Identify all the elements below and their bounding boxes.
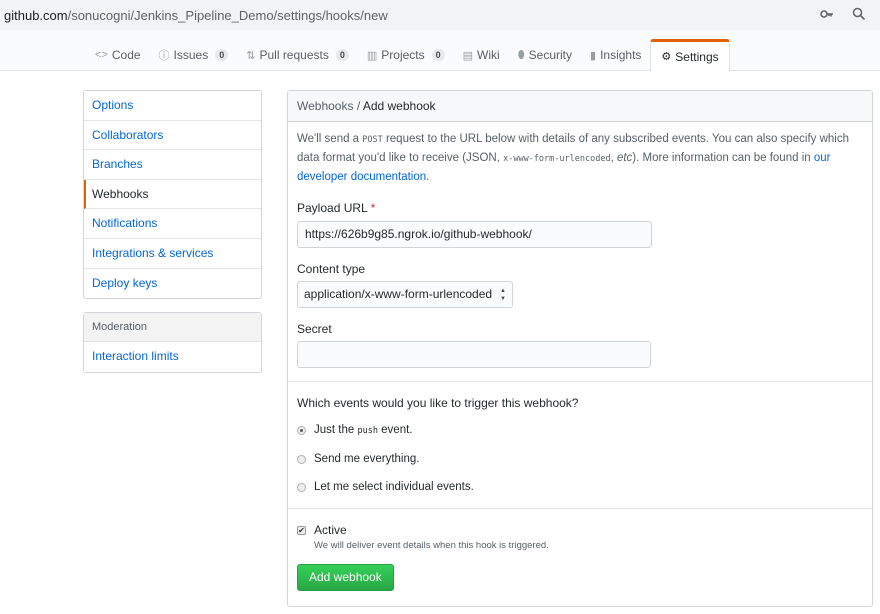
radio-send-everything[interactable]: Send me everything.: [297, 453, 419, 465]
sidebar-item-deploy-keys[interactable]: Deploy keys: [84, 269, 261, 299]
moderation-heading: Moderation: [84, 313, 261, 342]
tab-label: Projects: [381, 48, 425, 62]
events-question: Which events would you like to trigger t…: [297, 396, 579, 410]
content-type-value: application/x-www-form-urlencoded: [304, 287, 493, 301]
address-bar[interactable]: github.com/sonucogni/Jenkins_Pipeline_De…: [0, 0, 880, 30]
required-marker: *: [370, 201, 376, 215]
radio-individual-events[interactable]: Let me select individual events.: [297, 481, 474, 493]
pull-request-icon: ⇅: [246, 49, 256, 62]
issue-icon: ⓘ: [158, 50, 170, 62]
tab-label: Insights: [600, 48, 642, 62]
url-path: /sonucogni/Jenkins_Pipeline_Demo/setting…: [67, 7, 388, 23]
gear-icon: ⚙: [661, 51, 672, 63]
radio-button[interactable]: [297, 454, 306, 464]
post-code: POST: [362, 135, 383, 145]
radio-label: Just the push event.: [314, 424, 413, 436]
book-icon: ▤: [462, 49, 474, 62]
repo-nav: <> Code ⓘ Issues 0 ⇅ Pull requests 0 ▥ P…: [86, 39, 730, 72]
moderation-menu: Moderation Interaction limits: [83, 312, 262, 373]
repo-nav-bar: <> Code ⓘ Issues 0 ⇅ Pull requests 0 ▥ P…: [0, 30, 880, 72]
tab-wiki[interactable]: ▤ Wiki: [454, 39, 509, 71]
tab-settings[interactable]: ⚙ Settings: [650, 39, 730, 72]
sidebar-item-integrations[interactable]: Integrations & services: [84, 239, 261, 269]
project-icon: ▥: [366, 49, 378, 62]
format-code: x-www-form-urlencoded: [503, 154, 611, 164]
code-icon: <>: [95, 49, 108, 61]
pull-requests-counter: 0: [335, 49, 349, 61]
tab-label: Pull requests: [259, 48, 329, 62]
active-checkbox[interactable]: ✔: [297, 526, 306, 535]
projects-counter: 0: [431, 49, 445, 61]
add-webhook-form: Webhooks / Add webhook We'll send a POST…: [287, 90, 873, 607]
sidebar-item-webhooks[interactable]: Webhooks: [84, 179, 261, 210]
radio-button-checked[interactable]: [297, 425, 306, 435]
radio-push-event[interactable]: Just the push event.: [297, 424, 412, 436]
tab-projects[interactable]: ▥ Projects 0: [358, 39, 454, 71]
tab-label: Issues: [173, 48, 209, 62]
section-divider: [288, 381, 872, 382]
content-type-select[interactable]: application/x-www-form-urlencoded ▲ ▼: [297, 281, 513, 308]
content-type-label: Content type: [297, 262, 366, 276]
tab-pull-requests[interactable]: ⇅ Pull requests 0: [237, 39, 358, 71]
payload-url-input[interactable]: https://626b9g85.ngrok.io/github-webhook…: [297, 221, 652, 248]
tab-label: Code: [111, 48, 141, 62]
radio-label: Send me everything.: [314, 453, 420, 465]
breadcrumb-separator: /: [353, 99, 363, 113]
active-label: Active: [314, 523, 347, 537]
radio-label: Let me select individual events.: [314, 481, 474, 493]
active-note: We will deliver event details when this …: [314, 540, 549, 551]
tab-label: Security: [528, 48, 572, 62]
graph-icon: ▮: [590, 49, 597, 62]
section-divider: [288, 508, 872, 509]
tab-security[interactable]: ⬮ Security: [509, 39, 581, 71]
etc-text: etc: [616, 152, 633, 164]
key-icon[interactable]: [820, 7, 834, 21]
breadcrumb: Webhooks / Add webhook: [288, 91, 872, 122]
sidebar-item-branches[interactable]: Branches: [84, 150, 261, 180]
sidebar-item-collaborators[interactable]: Collaborators: [84, 121, 261, 151]
shield-icon: ⬮: [517, 48, 525, 61]
active-checkbox-row[interactable]: ✔ Active We will deliver event details w…: [297, 523, 549, 551]
sidebar-item-interaction-limits[interactable]: Interaction limits: [84, 342, 261, 372]
tab-label: Wiki: [477, 48, 500, 62]
secret-label: Secret: [297, 322, 332, 336]
issues-counter: 0: [215, 49, 229, 61]
sidebar-item-notifications[interactable]: Notifications: [84, 209, 261, 239]
radio-button[interactable]: [297, 482, 306, 492]
url-host: github.com: [4, 7, 68, 23]
tab-code[interactable]: <> Code: [86, 39, 150, 71]
intro-text: We'll send a POST request to the URL bel…: [297, 133, 849, 183]
tab-label: Settings: [675, 49, 719, 64]
select-arrows-icon: ▲ ▼: [500, 288, 506, 302]
page-title: Add webhook: [362, 99, 436, 113]
secret-input[interactable]: [297, 341, 651, 368]
breadcrumb-webhooks-link[interactable]: Webhooks: [297, 99, 353, 113]
tab-issues[interactable]: ⓘ Issues 0: [150, 39, 238, 71]
payload-url-label: Payload URL *: [297, 201, 376, 215]
settings-menu: Options Collaborators Branches Webhooks …: [83, 90, 262, 300]
search-icon[interactable]: [852, 7, 866, 21]
add-webhook-button[interactable]: Add webhook: [297, 564, 394, 591]
tab-insights[interactable]: ▮ Insights: [581, 39, 650, 71]
sidebar-item-options[interactable]: Options: [84, 91, 261, 121]
